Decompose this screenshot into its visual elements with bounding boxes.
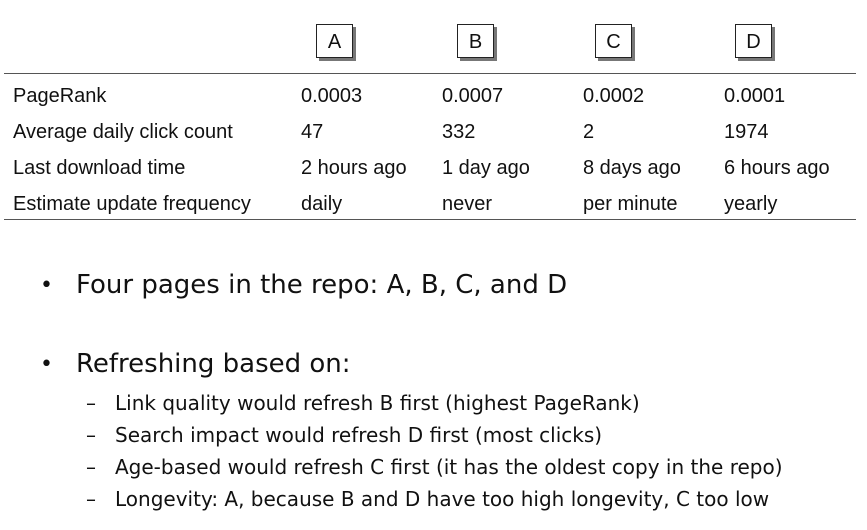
cell-clicks-a: 47	[301, 121, 324, 143]
page-c-label: C	[606, 31, 621, 53]
cell-clicks-c: 2	[583, 121, 595, 143]
page-b-box: B	[457, 24, 494, 58]
dash-marker: –	[86, 487, 96, 511]
dash-marker: –	[86, 455, 96, 479]
row-label-pagerank: PageRank	[13, 85, 107, 107]
page-d-label: D	[746, 31, 761, 53]
page-a-label: A	[327, 31, 342, 53]
sub-bullet-text: Age-based would refresh C first (it has …	[115, 455, 783, 479]
bullet-dot: •	[40, 273, 53, 298]
cell-pagerank-b: 0.0007	[442, 85, 504, 107]
cell-frequency-b: never	[442, 193, 493, 215]
cell-pagerank-a: 0.0003	[301, 85, 363, 107]
page-a-box: A	[316, 24, 353, 58]
dash-marker: –	[86, 391, 96, 415]
row-label-download: Last download time	[13, 157, 186, 179]
page-d-box: D	[735, 24, 772, 58]
cell-download-b: 1 day ago	[442, 157, 530, 179]
cell-download-d: 6 hours ago	[724, 157, 830, 179]
cell-pagerank-c: 0.0002	[583, 85, 645, 107]
row-label-clicks: Average daily click count	[13, 121, 233, 143]
sub-bullet-text: Longevity: A, because B and D have too h…	[115, 487, 770, 511]
page-c-box: C	[595, 24, 632, 58]
cell-clicks-b: 332	[442, 121, 476, 143]
bullet-text: Four pages in the repo: A, B, C, and D	[76, 270, 568, 300]
sub-bullet-text: Link quality would refresh B first (high…	[115, 391, 640, 415]
cell-download-a: 2 hours ago	[301, 157, 407, 179]
dash-marker: –	[86, 423, 96, 447]
cell-frequency-d: yearly	[724, 193, 778, 215]
cell-pagerank-d: 0.0001	[724, 85, 786, 107]
cell-frequency-a: daily	[301, 193, 343, 215]
sub-bullet-text: Search impact would refresh D first (mos…	[115, 423, 603, 447]
page-b-label: B	[468, 31, 483, 53]
cell-download-c: 8 days ago	[583, 157, 681, 179]
table-top-rule	[4, 73, 856, 74]
bullet-dot: •	[40, 352, 53, 377]
cell-clicks-d: 1974	[724, 121, 769, 143]
cell-frequency-c: per minute	[583, 193, 678, 215]
bullet-text: Refreshing based on:	[76, 349, 351, 379]
row-label-frequency: Estimate update frequency	[13, 193, 251, 215]
table-bottom-rule	[4, 219, 856, 220]
